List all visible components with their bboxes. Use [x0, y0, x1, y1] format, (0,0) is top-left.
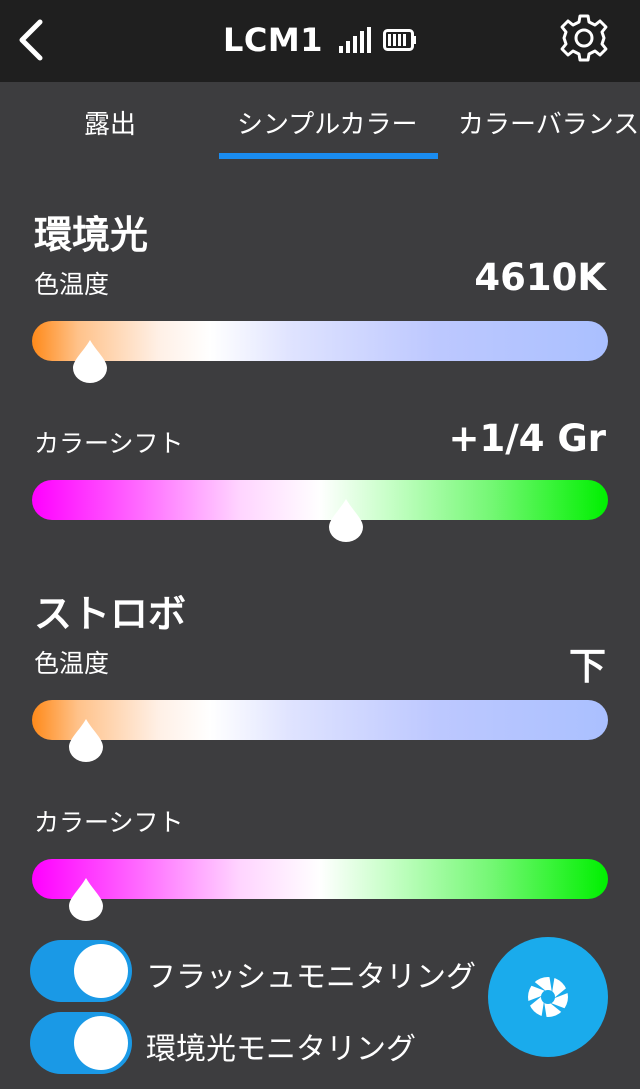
measure-button[interactable] — [488, 937, 608, 1057]
ambient-temp-label: 色温度 — [34, 270, 110, 299]
strobe-shift-label: カラーシフト — [34, 808, 184, 837]
title-group: LCM1 — [0, 18, 640, 62]
tab-selected-indicator — [219, 153, 438, 159]
strobe-section-title: ストロボ — [34, 592, 187, 636]
strobe-temp-label: 色温度 — [34, 649, 110, 678]
strobe-shift-slider-thumb[interactable] — [67, 876, 105, 922]
tab-bar: 露出 シンプルカラー カラーバランス — [0, 82, 640, 164]
tab-simple-color[interactable]: シンプルカラー — [237, 104, 417, 141]
gear-icon — [560, 14, 608, 62]
ambient-temp-slider-thumb[interactable] — [71, 338, 109, 384]
strobe-temp-slider[interactable] — [32, 700, 608, 740]
flash-monitoring-label: フラッシュモニタリング — [146, 960, 476, 995]
ambient-monitoring-label: 環境光モニタリング — [146, 1032, 416, 1067]
ambient-shift-label: カラーシフト — [34, 429, 184, 458]
toggle-knob — [74, 944, 128, 998]
strobe-shift-slider[interactable] — [32, 859, 608, 899]
battery-icon — [382, 29, 416, 51]
flash-monitoring-toggle[interactable] — [30, 940, 132, 1002]
top-bar: LCM1 — [0, 0, 640, 82]
tab-exposure[interactable]: 露出 — [84, 104, 136, 141]
strobe-temp-value: 下 — [569, 645, 606, 688]
aperture-icon — [526, 975, 570, 1019]
toggle-knob — [74, 1016, 128, 1070]
ambient-temp-slider[interactable] — [32, 321, 608, 361]
ambient-temp-value: 4610K — [474, 256, 606, 299]
settings-button[interactable] — [558, 12, 610, 64]
strobe-temp-slider-thumb[interactable] — [67, 717, 105, 763]
tab-color-balance[interactable]: カラーバランス — [458, 104, 639, 141]
ambient-shift-slider-thumb[interactable] — [327, 497, 365, 543]
ambient-shift-slider[interactable] — [32, 480, 608, 520]
ambient-shift-value: +1/4 Gr — [448, 417, 606, 460]
device-title: LCM1 — [223, 21, 323, 59]
signal-bars-icon — [338, 27, 371, 53]
ambient-section-title: 環境光 — [34, 213, 149, 257]
ambient-monitoring-toggle[interactable] — [30, 1012, 132, 1074]
